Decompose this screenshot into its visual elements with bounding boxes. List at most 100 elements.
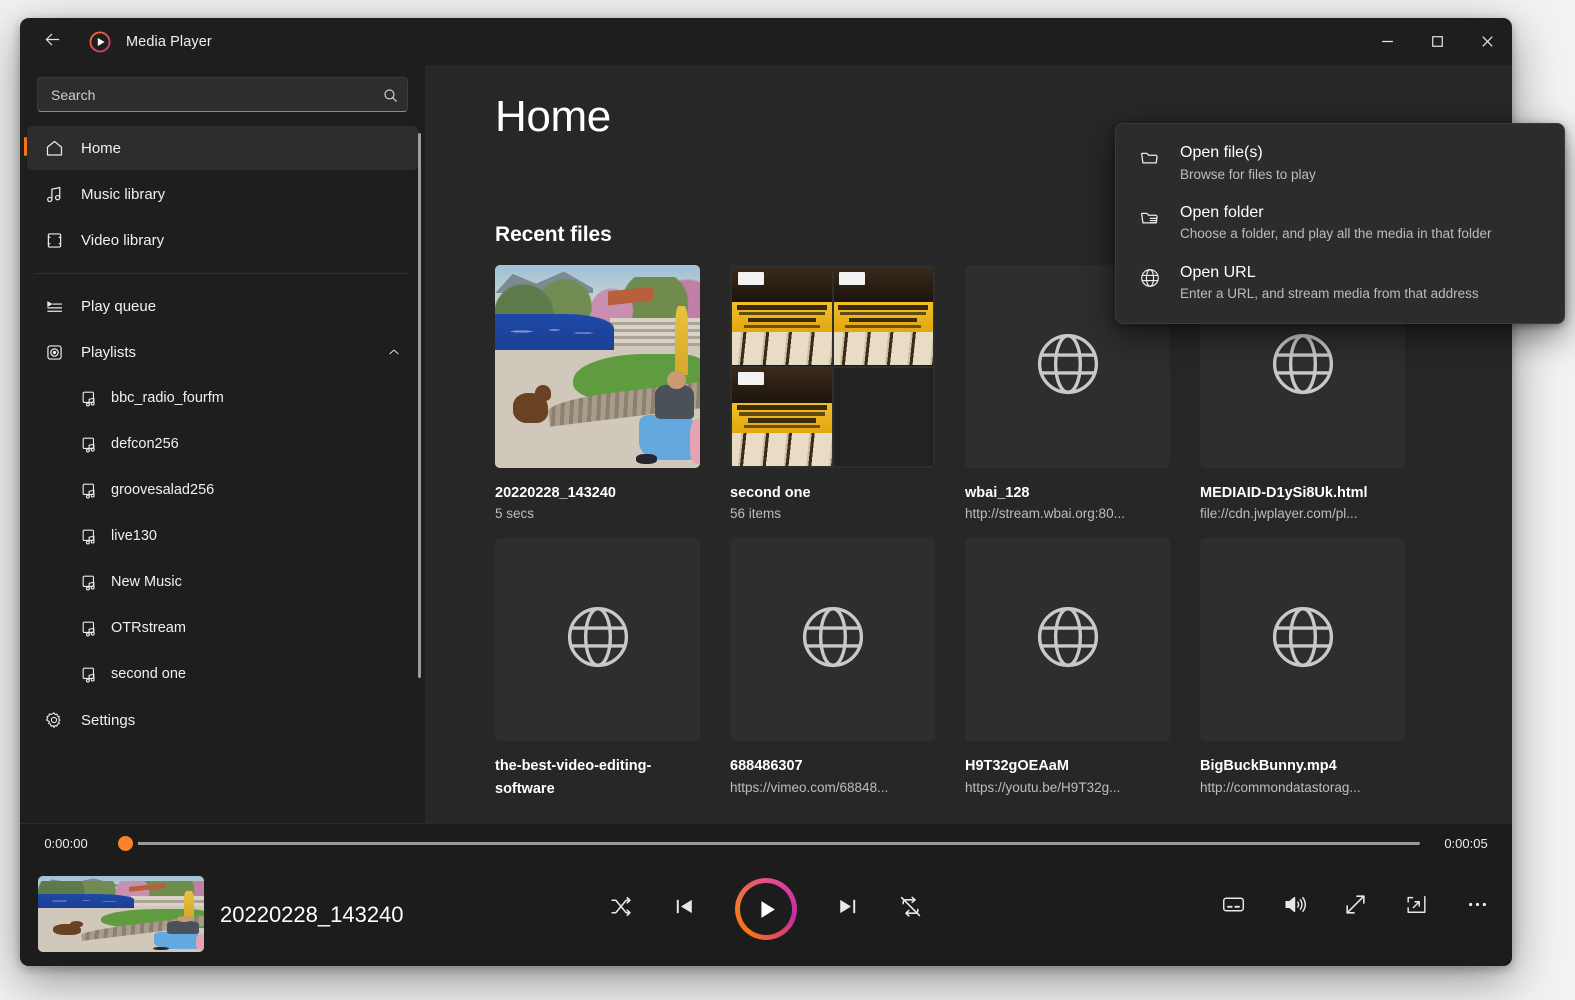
playlist-icon [67, 435, 111, 454]
card-title: MEDIAID-D1ySi8Uk.html [1200, 482, 1405, 504]
recent-file-card[interactable]: BigBuckBunny.mp4 http://commondatastorag… [1200, 538, 1405, 802]
volume-icon [1282, 892, 1307, 922]
play-button[interactable] [735, 878, 797, 940]
sidebar: Home Music library Video library [20, 65, 425, 823]
globe-icon [1031, 327, 1105, 406]
menu-item-description: Browse for files to play [1180, 166, 1316, 184]
seek-track[interactable] [112, 842, 1420, 845]
search-box[interactable] [37, 77, 408, 112]
seek-slider[interactable] [112, 832, 1420, 854]
page-title: Home [495, 92, 611, 142]
sidebar-item-settings[interactable]: Settings [27, 698, 418, 742]
sidebar-item-playlists[interactable]: Playlists [27, 330, 418, 374]
card-title: 688486307 [730, 755, 935, 777]
play-icon [740, 883, 792, 935]
volume-button[interactable] [1282, 892, 1307, 922]
repeat-button[interactable] [898, 894, 923, 924]
close-button[interactable] [1462, 18, 1512, 65]
card-subtitle: https://youtu.be/H9T32g... [965, 780, 1170, 795]
recent-files-grid: 20220228_143240 5 secs second one [495, 265, 1455, 802]
music-note-icon [27, 184, 81, 205]
recent-file-card[interactable]: H9T32gOEAaM https://youtu.be/H9T32g... [965, 538, 1170, 802]
search-input[interactable] [38, 87, 407, 103]
minimize-button[interactable] [1362, 18, 1412, 65]
card-title: 20220228_143240 [495, 482, 700, 504]
repeat-off-icon [898, 894, 923, 924]
now-playing-title: 20220228_143240 [220, 902, 404, 928]
card-title: wbai_128 [965, 482, 1170, 504]
back-arrow-icon [42, 29, 63, 55]
playlist-icon [67, 481, 111, 500]
card-subtitle: 5 secs [495, 506, 700, 521]
maximize-button[interactable] [1412, 18, 1462, 65]
sidebar-item-home[interactable]: Home [27, 126, 418, 170]
card-title: BigBuckBunny.mp4 [1200, 755, 1405, 777]
search-icon[interactable] [382, 78, 399, 113]
mini-player-button[interactable] [1404, 892, 1429, 922]
search-wrapper [20, 65, 425, 112]
card-thumbnail[interactable] [495, 265, 700, 468]
recent-file-card[interactable]: second one 56 items [730, 265, 935, 521]
sidebar-item-music-library[interactable]: Music library [27, 172, 418, 216]
sidebar-item-video-library[interactable]: Video library [27, 218, 418, 262]
folder-icon [1136, 142, 1164, 169]
chevron-up-icon[interactable] [387, 345, 401, 359]
card-subtitle: http://commondatastorag... [1200, 780, 1405, 795]
recent-file-card[interactable]: 688486307 https://vimeo.com/68848... [730, 538, 935, 802]
player-bar: 0:00:00 0:00:05 [20, 823, 1512, 966]
card-title: second one [730, 482, 935, 504]
navigation-list: Home Music library Video library [20, 126, 425, 742]
seek-thumb[interactable] [112, 830, 138, 856]
now-playing-thumbnail[interactable] [38, 876, 204, 952]
sidebar-item-label: New Music [111, 574, 418, 590]
back-button[interactable] [29, 25, 75, 59]
sidebar-item-playlist-defcon256[interactable]: defcon256 [27, 422, 418, 466]
total-time: 0:00:05 [1420, 836, 1512, 851]
sidebar-scrollbar[interactable] [414, 125, 425, 815]
card-thumbnail[interactable] [1200, 538, 1405, 741]
fullscreen-button[interactable] [1343, 892, 1368, 922]
more-options-button[interactable] [1465, 892, 1490, 922]
card-subtitle: https://vimeo.com/68848... [730, 780, 935, 795]
playlist-icon [67, 573, 111, 592]
card-thumbnail[interactable] [495, 538, 700, 741]
card-thumbnail[interactable] [965, 538, 1170, 741]
menu-item-text: Open file(s) Browse for files to play [1180, 142, 1316, 184]
menu-item-text: Open URL Enter a URL, and stream media f… [1180, 262, 1479, 304]
card-thumbnail[interactable] [730, 538, 935, 741]
sidebar-item-play-queue[interactable]: Play queue [27, 284, 418, 328]
menu-item-open-files[interactable]: Open file(s) Browse for files to play [1116, 133, 1564, 193]
shuffle-icon [609, 894, 634, 924]
card-thumbnail[interactable] [730, 265, 935, 468]
media-player-logo-icon [89, 31, 111, 53]
globe-icon [1136, 262, 1164, 289]
menu-item-text: Open folder Choose a folder, and play al… [1180, 202, 1491, 244]
sidebar-item-playlist-live130[interactable]: live130 [27, 514, 418, 558]
mini-player-icon [1404, 892, 1429, 922]
current-time: 0:00:00 [20, 836, 112, 851]
sidebar-item-playlist-otrstream[interactable]: OTRstream [27, 606, 418, 650]
menu-item-open-folder[interactable]: Open folder Choose a folder, and play al… [1116, 193, 1564, 253]
transport-controls [609, 878, 923, 940]
sidebar-item-label: defcon256 [111, 436, 418, 452]
sidebar-scrollbar-thumb[interactable] [418, 133, 421, 678]
recent-file-card[interactable]: the-best-video-editing-software [495, 538, 700, 802]
more-options-icon [1465, 892, 1490, 922]
globe-icon [796, 600, 870, 679]
sidebar-item-playlist-second-one[interactable]: second one [27, 652, 418, 696]
sidebar-item-playlist-new-music[interactable]: New Music [27, 560, 418, 604]
previous-track-icon [672, 894, 697, 924]
recent-file-card[interactable]: 20220228_143240 5 secs [495, 265, 700, 521]
menu-item-open-url[interactable]: Open URL Enter a URL, and stream media f… [1116, 253, 1564, 313]
captions-button[interactable] [1221, 892, 1246, 922]
shuffle-button[interactable] [609, 894, 634, 924]
sidebar-item-playlist-groovesalad256[interactable]: groovesalad256 [27, 468, 418, 512]
next-button[interactable] [835, 894, 860, 924]
playlist-icon [67, 389, 111, 408]
sidebar-item-label: Video library [81, 232, 418, 249]
sidebar-item-playlist-bbc-radio-fourfm[interactable]: bbc_radio_fourfm [27, 376, 418, 420]
playlist-icon [67, 527, 111, 546]
sidebar-item-label: OTRstream [111, 620, 418, 636]
previous-button[interactable] [672, 894, 697, 924]
sidebar-item-label: Home [81, 140, 418, 157]
